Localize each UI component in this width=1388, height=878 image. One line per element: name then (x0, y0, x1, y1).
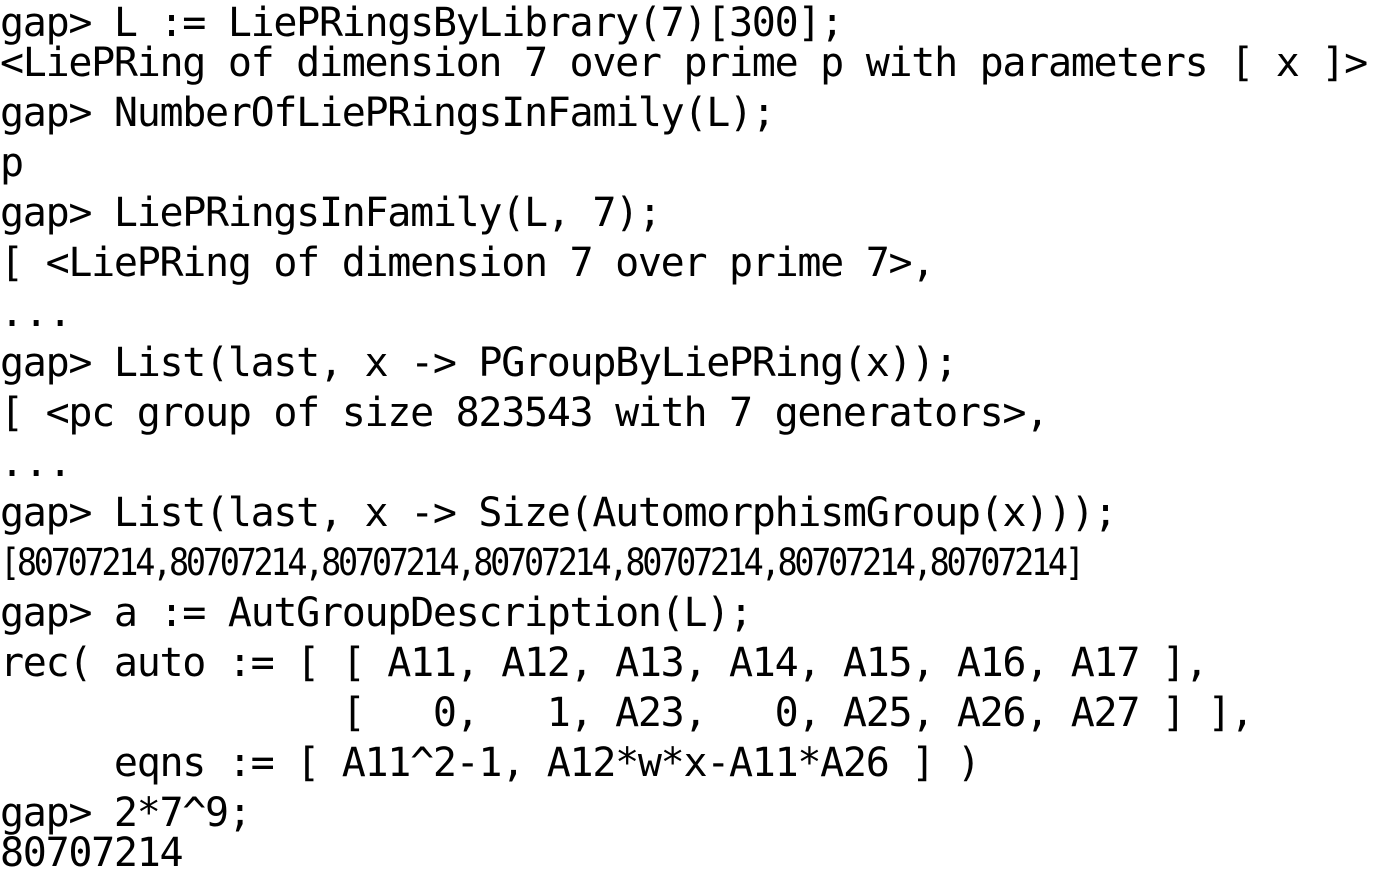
transcript-line-input-2: gap> NumberOfLiePRingsInFamily(L); (0, 90, 776, 136)
transcript-line-output-3: [ <LiePRing of dimension 7 over prime 7>… (0, 240, 935, 286)
transcript-line-output-1: <LiePRing of dimension 7 over prime p wi… (0, 40, 1368, 86)
transcript-line-input-6: gap> a := AutGroupDescription(L); (0, 590, 753, 636)
transcript-line-output-2: p (0, 140, 24, 186)
transcript-line-ellipsis-1: ... (0, 290, 73, 336)
transcript-line-input-4: gap> List(last, x -> PGroupByLiePRing(x)… (0, 340, 958, 386)
transcript-line-output-record-row2: [ 0, 1, A23, 0, A25, A26, A27 ] ], (0, 690, 1255, 736)
transcript-line-output-automorphism-orders: [80707214,80707214,80707214,80707214,807… (0, 541, 1085, 584)
transcript-line-ellipsis-2: ... (0, 440, 73, 486)
transcript-line-output-record-eqns: eqns := [ A11^2-1, A12*w*x-A11*A26 ] ) (0, 740, 981, 786)
transcript-line-input-5: gap> List(last, x -> Size(AutomorphismGr… (0, 490, 1118, 536)
terminal-transcript: gap> L := LiePRingsByLibrary(7)[300]; <L… (0, 0, 1388, 876)
transcript-line-output-final: 80707214 (0, 830, 184, 876)
transcript-line-output-record-open: rec( auto := [ [ A11, A12, A13, A14, A15… (0, 640, 1209, 686)
transcript-line-output-4: [ <pc group of size 823543 with 7 genera… (0, 390, 1049, 436)
transcript-line-input-3: gap> LiePRingsInFamily(L, 7); (0, 190, 662, 236)
